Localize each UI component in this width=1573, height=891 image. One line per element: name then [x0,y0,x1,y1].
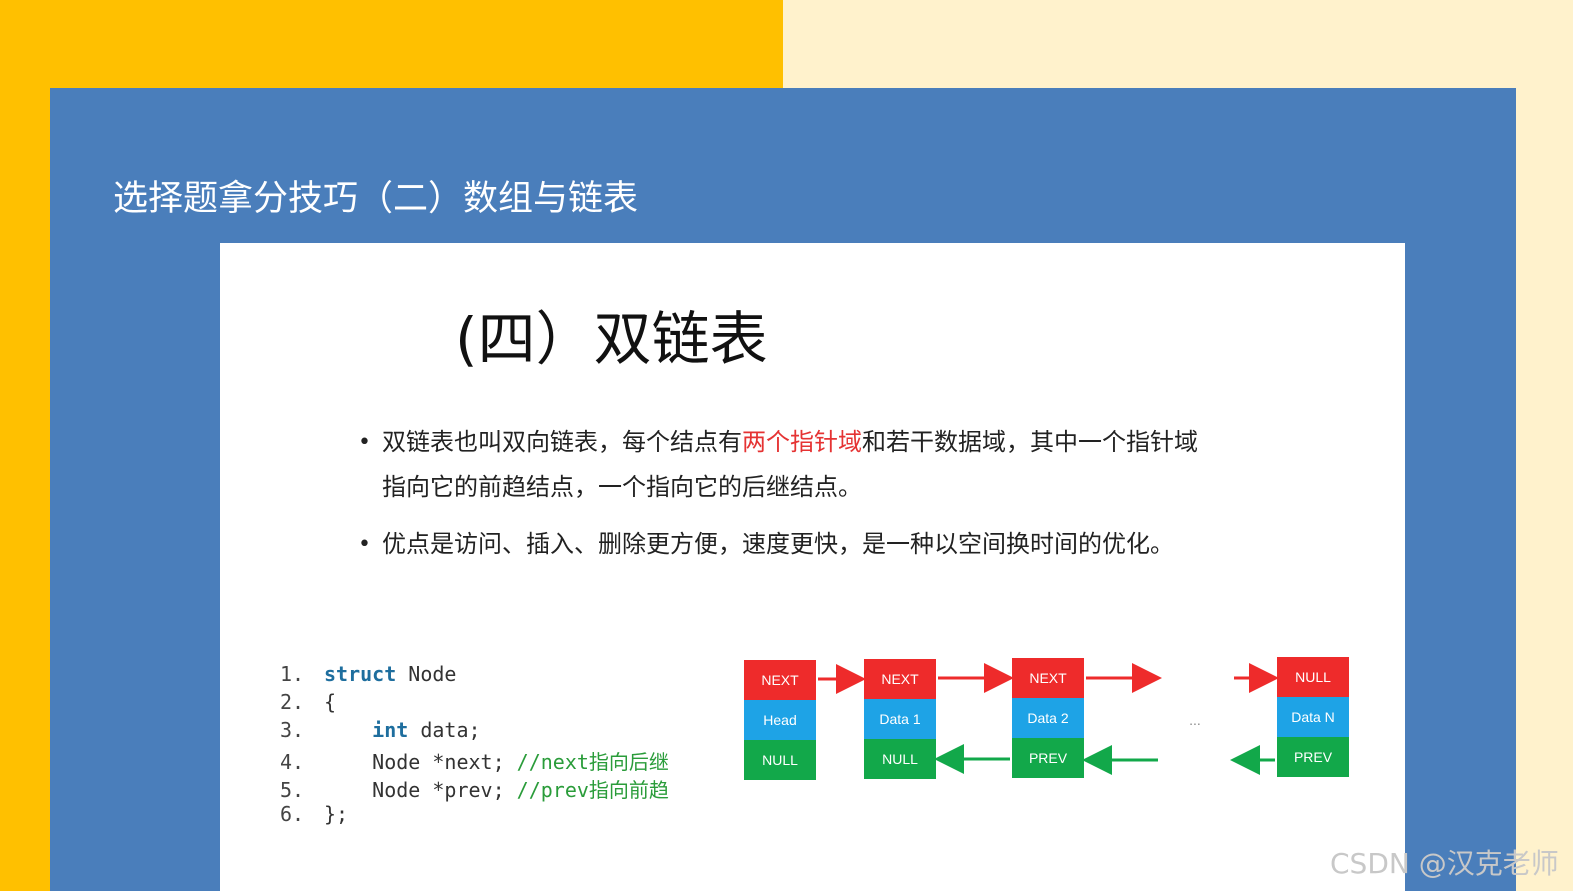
node-label: Data 2 [1027,710,1068,726]
bullet-list: • 双链表也叫双向链表，每个结点有两个指针域和若干数据域，其中一个指针域 指向它… [356,420,1276,579]
code-line: 4. Node *next; //next指向后继 [280,746,669,774]
code-block: 1. struct Node 2. { 3. int data; 4. Node *… [280,662,669,830]
code-line: 6.}; [280,802,669,830]
list-node: NEXT Head NULL [744,660,816,780]
bullet-text: 指向它的前趋结点，一个指向它的后继结点。 [382,473,862,501]
node-label: NULL [762,752,798,768]
slide-title: 选择题拿分技巧（二）数组与链表 [113,179,639,219]
node-label: NULL [1295,669,1331,685]
bullet-text: 优点是访问、插入、删除更方便，速度更快，是一种以空间换时间的优化。 [382,530,1174,558]
code-text: Node *next; [324,750,517,774]
watermark: CSDN @汉克老师 [1330,847,1559,880]
line-number: 2. [280,690,305,714]
code-line: 1. struct Node [280,662,669,690]
node-label: Head [763,712,796,728]
line-number: 1. [280,662,305,686]
bullet-item: • 双链表也叫双向链表，每个结点有两个指针域和若干数据域，其中一个指针域 指向它… [356,420,1276,510]
code-text: { [324,690,337,714]
bullet-item: • 优点是访问、插入、删除更方便，速度更快，是一种以空间换时间的优化。 [356,522,1276,567]
line-number: 4. [280,750,305,774]
node-label: Data N [1291,709,1335,725]
code-comment: //prev指向前趋 [516,778,669,802]
list-node: NULL Data N PREV [1277,657,1349,777]
bullet-highlight: 两个指针域 [742,428,862,456]
section-heading: (四）双链表 [455,305,768,373]
code-line: 3. int data; [280,718,669,746]
code-line: 2. { [280,690,669,718]
node-label: NEXT [1029,670,1067,686]
node-label: PREV [1294,749,1333,765]
code-text: Node *prev; [324,778,517,802]
code-keyword: int [324,718,409,742]
code-text: Node [396,662,457,686]
bullet-dot-icon: • [358,430,371,455]
code-keyword: struct [324,662,397,686]
node-label: NEXT [761,672,799,688]
code-text: data; [408,718,481,742]
code-comment: //next指向后继 [516,750,669,774]
line-number: 3. [280,718,305,742]
bullet-text: 和若干数据域，其中一个指针域 [862,428,1198,456]
list-node: NEXT Data 1 NULL [864,659,936,779]
ellipsis-label: ... [1189,712,1201,728]
node-label: NEXT [881,671,919,687]
node-label: PREV [1029,750,1068,766]
line-number: 6. [280,802,305,826]
code-text: }; [324,802,349,826]
line-number: 5. [280,778,305,802]
node-label: NULL [882,751,918,767]
bullet-text: 双链表也叫双向链表，每个结点有 [382,428,742,456]
code-line: 5. Node *prev; //prev指向前趋 [280,774,669,802]
list-node: NEXT Data 2 PREV [1012,658,1084,778]
bullet-dot-icon: • [358,532,371,557]
doubly-linked-list-diagram: NEXT Head NULL NEXT Data 1 NULL NEXT Dat… [744,657,1349,780]
node-label: Data 1 [879,711,920,727]
